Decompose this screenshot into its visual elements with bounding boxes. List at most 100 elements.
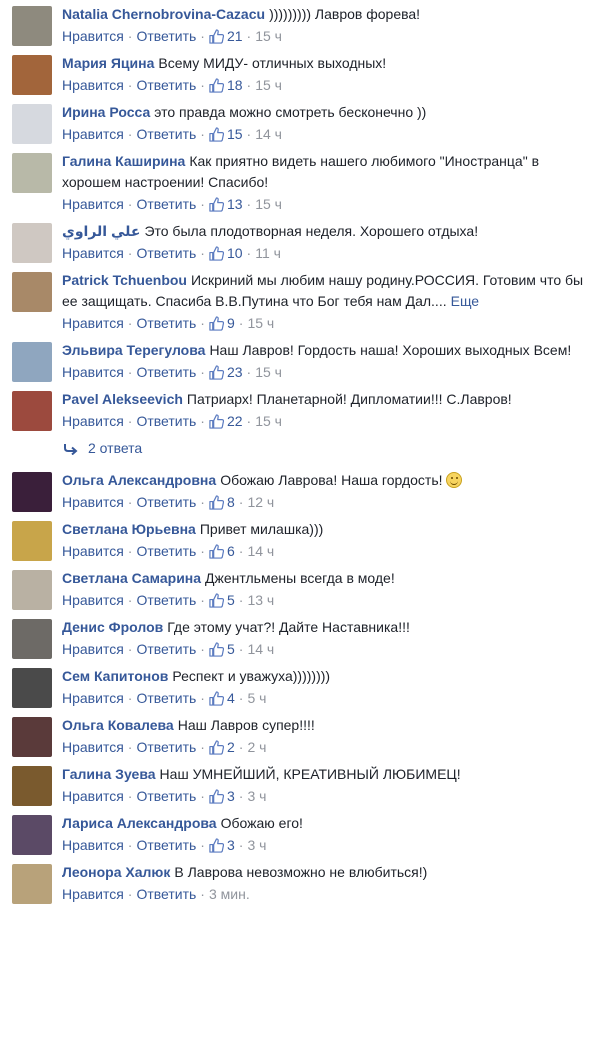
- comment-time[interactable]: 14 ч: [247, 543, 274, 559]
- like-count[interactable]: 18: [209, 77, 243, 93]
- comment-author[interactable]: علي الراوي: [62, 223, 140, 239]
- avatar[interactable]: [12, 619, 52, 659]
- comment-time[interactable]: 15 ч: [255, 28, 282, 44]
- avatar[interactable]: [12, 570, 52, 610]
- reply-button[interactable]: Ответить: [136, 315, 196, 331]
- reply-button[interactable]: Ответить: [136, 364, 196, 380]
- comment-author[interactable]: Лариса Александрова: [62, 815, 217, 831]
- comment-author[interactable]: Pavel Alekseevich: [62, 391, 183, 407]
- comment-time[interactable]: 5 ч: [247, 690, 266, 706]
- like-count[interactable]: 3: [209, 788, 235, 804]
- like-button[interactable]: Нравится: [62, 28, 124, 44]
- comment-author[interactable]: Сем Капитонов: [62, 668, 168, 684]
- avatar[interactable]: [12, 521, 52, 561]
- avatar[interactable]: [12, 766, 52, 806]
- like-count[interactable]: 23: [209, 364, 243, 380]
- see-more-link[interactable]: Еще: [451, 293, 480, 309]
- like-button[interactable]: Нравится: [62, 364, 124, 380]
- comment-time[interactable]: 11 ч: [255, 245, 281, 261]
- comment-time[interactable]: 15 ч: [247, 315, 274, 331]
- reply-button[interactable]: Ответить: [136, 837, 196, 853]
- reply-button[interactable]: Ответить: [136, 543, 196, 559]
- avatar[interactable]: [12, 342, 52, 382]
- like-count[interactable]: 6: [209, 543, 235, 559]
- like-count[interactable]: 15: [209, 126, 243, 142]
- comment-author[interactable]: Ирина Росса: [62, 104, 150, 120]
- comment-author[interactable]: Эльвира Терегулова: [62, 342, 205, 358]
- comment-author[interactable]: Ольга Александровна: [62, 472, 216, 488]
- comment-time[interactable]: 3 ч: [247, 837, 266, 853]
- like-button[interactable]: Нравится: [62, 641, 124, 657]
- like-button[interactable]: Нравится: [62, 196, 124, 212]
- reply-button[interactable]: Ответить: [136, 126, 196, 142]
- comment-time[interactable]: 15 ч: [255, 413, 282, 429]
- like-button[interactable]: Нравится: [62, 886, 124, 902]
- like-count[interactable]: 21: [209, 28, 243, 44]
- like-count[interactable]: 3: [209, 837, 235, 853]
- avatar[interactable]: [12, 104, 52, 144]
- like-button[interactable]: Нравится: [62, 315, 124, 331]
- comment-author[interactable]: Patrick Tchuenbou: [62, 272, 187, 288]
- comment-author[interactable]: Светлана Юрьевна: [62, 521, 196, 537]
- reply-button[interactable]: Ответить: [136, 77, 196, 93]
- avatar[interactable]: [12, 223, 52, 263]
- avatar[interactable]: [12, 717, 52, 757]
- like-button[interactable]: Нравится: [62, 690, 124, 706]
- comment-author[interactable]: Галина Каширина: [62, 153, 185, 169]
- replies-count[interactable]: 2 ответа: [88, 440, 142, 456]
- avatar[interactable]: [12, 55, 52, 95]
- like-count[interactable]: 5: [209, 641, 235, 657]
- like-count[interactable]: 9: [209, 315, 235, 331]
- like-count[interactable]: 4: [209, 690, 235, 706]
- avatar[interactable]: [12, 391, 52, 431]
- avatar[interactable]: [12, 668, 52, 708]
- avatar[interactable]: [12, 6, 52, 46]
- like-button[interactable]: Нравится: [62, 126, 124, 142]
- comment-time[interactable]: 14 ч: [255, 126, 282, 142]
- like-button[interactable]: Нравится: [62, 543, 124, 559]
- avatar[interactable]: [12, 472, 52, 512]
- like-button[interactable]: Нравится: [62, 788, 124, 804]
- like-count[interactable]: 8: [209, 494, 235, 510]
- comment-author[interactable]: Денис Фролов: [62, 619, 163, 635]
- comment-author[interactable]: Леонора Халюк: [62, 864, 170, 880]
- like-button[interactable]: Нравится: [62, 494, 124, 510]
- comment-time[interactable]: 15 ч: [255, 77, 282, 93]
- comment-author[interactable]: Светлана Самарина: [62, 570, 201, 586]
- reply-button[interactable]: Ответить: [136, 28, 196, 44]
- like-button[interactable]: Нравится: [62, 77, 124, 93]
- like-button[interactable]: Нравится: [62, 837, 124, 853]
- avatar[interactable]: [12, 153, 52, 193]
- comment-time[interactable]: 3 ч: [247, 788, 266, 804]
- like-count[interactable]: 13: [209, 196, 243, 212]
- reply-button[interactable]: Ответить: [136, 739, 196, 755]
- view-replies-link[interactable]: 2 ответа: [0, 434, 600, 466]
- like-count[interactable]: 5: [209, 592, 235, 608]
- avatar[interactable]: [12, 272, 52, 312]
- avatar[interactable]: [12, 864, 52, 904]
- reply-button[interactable]: Ответить: [136, 494, 196, 510]
- comment-time[interactable]: 15 ч: [255, 364, 282, 380]
- avatar[interactable]: [12, 815, 52, 855]
- comment-time[interactable]: 2 ч: [247, 739, 266, 755]
- reply-button[interactable]: Ответить: [136, 592, 196, 608]
- comment-author[interactable]: Мария Яцина: [62, 55, 154, 71]
- like-button[interactable]: Нравится: [62, 245, 124, 261]
- reply-button[interactable]: Ответить: [136, 413, 196, 429]
- comment-time[interactable]: 13 ч: [247, 592, 274, 608]
- reply-button[interactable]: Ответить: [136, 788, 196, 804]
- reply-button[interactable]: Ответить: [136, 196, 196, 212]
- like-button[interactable]: Нравится: [62, 592, 124, 608]
- like-count[interactable]: 22: [209, 413, 243, 429]
- reply-button[interactable]: Ответить: [136, 886, 196, 902]
- like-button[interactable]: Нравится: [62, 413, 124, 429]
- comment-time[interactable]: 12 ч: [247, 494, 274, 510]
- reply-button[interactable]: Ответить: [136, 641, 196, 657]
- like-count[interactable]: 2: [209, 739, 235, 755]
- like-count[interactable]: 10: [209, 245, 243, 261]
- comment-time[interactable]: 14 ч: [247, 641, 274, 657]
- comment-author[interactable]: Галина Зуева: [62, 766, 156, 782]
- reply-button[interactable]: Ответить: [136, 690, 196, 706]
- comment-author[interactable]: Ольга Ковалева: [62, 717, 174, 733]
- comment-time[interactable]: 15 ч: [255, 196, 282, 212]
